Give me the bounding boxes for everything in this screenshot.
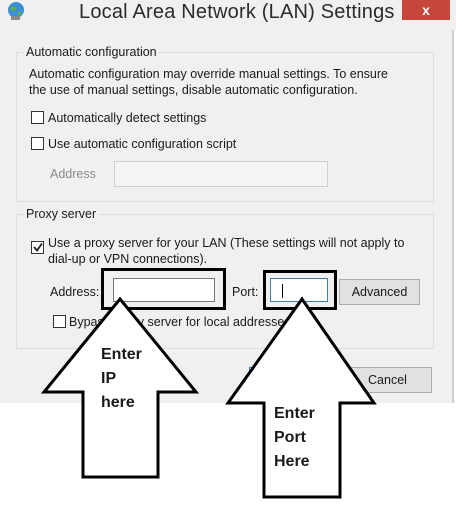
annotation-arrows [40,296,377,499]
left-arrow-text-line1: Enter [101,346,142,363]
right-arrow-text-line2: Port [274,429,306,446]
left-up-arrow-icon [40,296,200,479]
right-arrow-text-line1: Enter [274,405,315,422]
left-arrow-text-line3: here [101,394,135,411]
right-arrow-text-line3: Here [274,453,310,470]
left-arrow-text-line2: IP [101,370,117,387]
